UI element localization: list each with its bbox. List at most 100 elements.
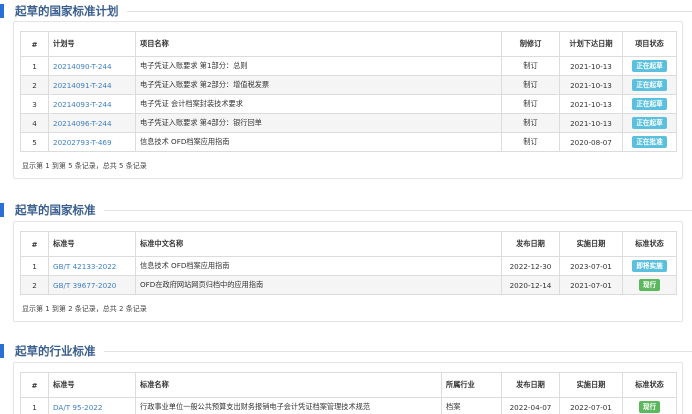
col-header-standard-code[interactable]: 标准号: [48, 372, 136, 398]
section-title-text: 起草的国家标准计划: [15, 4, 119, 18]
status-cell: 即将实施: [622, 256, 677, 276]
table-header-row: # 标准号 标准中文名称 发布日期 实施日期 标准状态: [20, 231, 677, 257]
col-header-publish-date[interactable]: 发布日期: [501, 372, 560, 398]
status-cell: 正在起草: [622, 94, 677, 114]
status-badge: 正在起草: [632, 98, 667, 110]
industry-cell: 档案: [441, 397, 502, 414]
plan-code-cell: 20214096-T-244: [48, 113, 136, 133]
col-header-industry[interactable]: 所属行业: [441, 372, 502, 398]
section-title-text: 起草的行业标准: [15, 344, 96, 358]
revision-type-cell: 制订: [501, 75, 560, 95]
plans-table: # 计划号 项目名称 制修订 计划下达日期 项目状态 1 20214090-T-…: [20, 31, 677, 152]
status-badge: 即将实施: [632, 260, 667, 272]
issue-date-cell: 2021-10-13: [559, 113, 623, 133]
col-header-revision-type[interactable]: 制修订: [501, 31, 560, 57]
publish-date-cell: 2022-12-30: [501, 256, 560, 276]
plan-code-link[interactable]: 20214091-T-244: [53, 81, 112, 90]
status-badge: 现行: [638, 279, 661, 291]
national-panel: # 标准号 标准中文名称 发布日期 实施日期 标准状态 1 GB/T 42133…: [13, 221, 683, 322]
project-name-cell: 信息技术 OFD档案应用指南: [135, 132, 502, 152]
table-row: 2 GB/T 39677-2020 OFD在政府网站网页归档中的应用指南 202…: [20, 275, 677, 295]
col-header-standard-status[interactable]: 标准状态: [622, 372, 677, 398]
table-row: 5 20202793-T-469 信息技术 OFD档案应用指南 制订 2020-…: [20, 132, 677, 152]
status-badge: 正在起草: [632, 117, 667, 129]
status-cell: 正在起草: [622, 113, 677, 133]
pagination-summary: 显示第 1 到第 5 条记录，总共 5 条记录: [22, 162, 147, 170]
row-index: 1: [20, 256, 49, 276]
col-header-implement-date[interactable]: 实施日期: [559, 372, 623, 398]
standard-code-cell: GB/T 39677-2020: [48, 275, 136, 295]
standard-name-cell: 信息技术 OFD档案应用指南: [135, 256, 502, 276]
plan-code-link[interactable]: 20214090-T-244: [53, 62, 112, 71]
plan-code-cell: 20214090-T-244: [48, 56, 136, 76]
status-badge: 正在起草: [632, 60, 667, 72]
project-name-cell: 电子凭证入账要求 第1部分：总则: [135, 56, 502, 76]
plan-code-cell: 20214091-T-244: [48, 75, 136, 95]
divider: [103, 350, 692, 352]
table-row: 2 20214091-T-244 电子凭证入账要求 第2部分：增值税发票 制订 …: [20, 75, 677, 95]
standard-name-cell: OFD在政府网站网页归档中的应用指南: [135, 275, 502, 295]
status-cell: 正在起草: [622, 56, 677, 76]
pagination-summary: 显示第 1 到第 2 条记录，总共 2 条记录: [22, 305, 147, 313]
revision-type-cell: 制订: [501, 56, 560, 76]
publish-date-cell: 2022-04-07: [501, 397, 560, 414]
divider: [126, 10, 692, 12]
standard-code-cell: DA/T 95-2022: [48, 397, 136, 414]
divider: [103, 209, 692, 211]
col-header-plan-code[interactable]: 计划号: [48, 31, 136, 57]
col-header-project-name[interactable]: 项目名称: [135, 31, 502, 57]
project-name-cell: 电子凭证 会计档案封装技术要求: [135, 94, 502, 114]
standard-code-link[interactable]: GB/T 39677-2020: [53, 281, 116, 290]
publish-date-cell: 2020-12-14: [501, 275, 560, 295]
revision-type-cell: 制订: [501, 132, 560, 152]
plan-code-link[interactable]: 20202793-T-469: [53, 138, 112, 147]
table-row: 1 DA/T 95-2022 行政事业单位一般公共预算支出财务报销电子会计凭证档…: [20, 397, 677, 414]
row-index: 5: [20, 132, 49, 152]
implement-date-cell: 2022-07-01: [559, 397, 623, 414]
issue-date-cell: 2021-10-13: [559, 94, 623, 114]
issue-date-cell: 2021-10-13: [559, 56, 623, 76]
standard-code-link[interactable]: GB/T 42133-2022: [53, 262, 116, 271]
plan-code-link[interactable]: 20214093-T-244: [53, 100, 112, 109]
implement-date-cell: 2023-07-01: [559, 256, 623, 276]
table-row: 4 20214096-T-244 电子凭证入账要求 第4部分：银行回单 制订 2…: [20, 113, 677, 133]
plan-code-cell: 20214093-T-244: [48, 94, 136, 114]
row-index: 1: [20, 397, 49, 414]
row-index: 2: [20, 275, 49, 295]
col-header-index: #: [20, 372, 49, 398]
project-name-cell: 电子凭证入账要求 第4部分：银行回单: [135, 113, 502, 133]
col-header-issue-date[interactable]: 计划下达日期: [559, 31, 623, 57]
standard-code-link[interactable]: DA/T 95-2022: [53, 403, 102, 412]
col-header-index: #: [20, 231, 49, 257]
row-index: 1: [20, 56, 49, 76]
section-accent-bar: [0, 344, 4, 358]
section-accent-bar: [0, 4, 4, 18]
plan-code-link[interactable]: 20214096-T-244: [53, 119, 112, 128]
section-title-industry: 起草的行业标准: [0, 343, 692, 359]
section-title-national: 起草的国家标准: [0, 202, 692, 218]
plan-code-cell: 20202793-T-469: [48, 132, 136, 152]
col-header-project-status[interactable]: 项目状态: [622, 31, 677, 57]
status-badge: 正在批准: [632, 136, 667, 148]
issue-date-cell: 2020-08-07: [559, 132, 623, 152]
issue-date-cell: 2021-10-13: [559, 75, 623, 95]
table-row: 1 GB/T 42133-2022 信息技术 OFD档案应用指南 2022-12…: [20, 256, 677, 276]
status-badge: 现行: [638, 401, 661, 413]
section-title-text: 起草的国家标准: [15, 203, 96, 217]
status-cell: 正在起草: [622, 75, 677, 95]
standard-code-cell: GB/T 42133-2022: [48, 256, 136, 276]
col-header-standard-code[interactable]: 标准号: [48, 231, 136, 257]
col-header-standard-status[interactable]: 标准状态: [622, 231, 677, 257]
col-header-standard-name[interactable]: 标准中文名称: [135, 231, 502, 257]
industry-table: # 标准号 标准名称 所属行业 发布日期 实施日期 标准状态 1 DA/T 95…: [20, 372, 677, 414]
revision-type-cell: 制订: [501, 94, 560, 114]
col-header-publish-date[interactable]: 发布日期: [501, 231, 560, 257]
col-header-implement-date[interactable]: 实施日期: [559, 231, 623, 257]
row-index: 4: [20, 113, 49, 133]
table-row: 1 20214090-T-244 电子凭证入账要求 第1部分：总则 制订 202…: [20, 56, 677, 76]
col-header-standard-name[interactable]: 标准名称: [135, 372, 442, 398]
table-header-row: # 计划号 项目名称 制修订 计划下达日期 项目状态: [20, 31, 677, 57]
row-index: 2: [20, 75, 49, 95]
row-index: 3: [20, 94, 49, 114]
table-header-row: # 标准号 标准名称 所属行业 发布日期 实施日期 标准状态: [20, 372, 677, 398]
